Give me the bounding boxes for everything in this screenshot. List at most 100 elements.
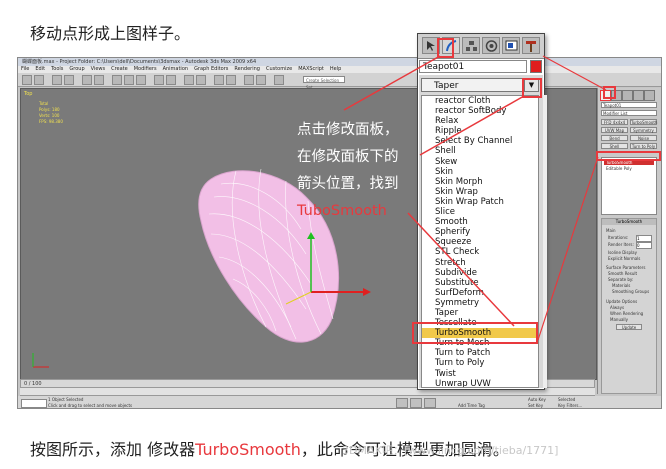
play-icon[interactable]: [424, 398, 436, 408]
menu-item-group[interactable]: Group: [66, 66, 87, 72]
motion-tab[interactable]: [482, 37, 500, 54]
modifier-list-dropdown[interactable]: Modifier List: [601, 110, 657, 116]
modifier-scrollbar[interactable]: [543, 95, 547, 388]
modifier-option[interactable]: Smooth: [422, 217, 538, 227]
menu-item-graph-editors[interactable]: Graph Editors: [191, 66, 231, 72]
menu-item-views[interactable]: Views: [88, 66, 108, 72]
object-name-field[interactable]: Teapot01: [601, 102, 657, 108]
menu-item-modifiers[interactable]: Modifiers: [131, 66, 160, 72]
modifier-option[interactable]: Twist: [422, 369, 538, 379]
menu-item-file[interactable]: File: [18, 66, 32, 72]
rollout-title[interactable]: TurboSmooth: [602, 219, 656, 225]
utilities-tab[interactable]: [522, 37, 540, 54]
noise-button[interactable]: Noise: [630, 135, 657, 141]
modifier-option[interactable]: Shell: [422, 146, 538, 156]
curve-editor-icon[interactable]: [256, 75, 266, 85]
modifier-option[interactable]: reactor Cloth: [422, 96, 538, 106]
modifier-option[interactable]: Skin Wrap Patch: [422, 197, 538, 207]
menu-item-animation[interactable]: Animation: [160, 66, 192, 72]
modifier-option[interactable]: Slice: [422, 207, 538, 217]
dropdown-object-name[interactable]: Teapot01: [419, 60, 527, 73]
hierarchy-tab-icon[interactable]: [622, 90, 633, 101]
ffd-button[interactable]: FFD 4x4x4: [601, 119, 628, 125]
scale-icon[interactable]: [136, 75, 146, 85]
materials-checkbox[interactable]: Materials: [612, 283, 630, 288]
turn-to-poly-button[interactable]: Turn to Poly: [630, 143, 657, 149]
move-icon[interactable]: [112, 75, 122, 85]
modifier-option[interactable]: Skin Morph: [422, 177, 538, 187]
auto-key-button[interactable]: Auto Key: [528, 397, 546, 402]
modifier-stack[interactable]: TurboSmooth Editable Poly: [601, 157, 657, 215]
material-editor-icon[interactable]: [214, 75, 224, 85]
menu-item-create[interactable]: Create: [108, 66, 131, 72]
utilities-tab-icon[interactable]: [644, 90, 655, 101]
manually-radio[interactable]: Manually: [610, 317, 628, 322]
maxscript-listener[interactable]: [21, 399, 47, 408]
display-tab[interactable]: [502, 37, 520, 54]
object-color-swatch[interactable]: [530, 60, 542, 73]
link-icon[interactable]: [52, 75, 62, 85]
menu-item-edit[interactable]: Edit: [32, 66, 48, 72]
modifier-option[interactable]: Skin Wrap: [422, 187, 538, 197]
modifier-option[interactable]: Substitute: [422, 278, 538, 288]
when-rendering-radio[interactable]: When Rendering: [610, 311, 643, 316]
modifier-option[interactable]: Unwrap UVW: [422, 379, 538, 387]
modifier-option[interactable]: Spherify: [422, 227, 538, 237]
modifier-option[interactable]: Ripple: [422, 126, 538, 136]
menu-item-rendering[interactable]: Rendering: [231, 66, 263, 72]
smooth-result-checkbox[interactable]: Smooth Result: [608, 271, 637, 276]
key-mode-icon[interactable]: [396, 398, 408, 408]
select-region-icon[interactable]: [94, 75, 104, 85]
mirror-icon[interactable]: [184, 75, 194, 85]
set-key-button[interactable]: Set Key: [528, 403, 543, 408]
modifier-option[interactable]: Turn to Patch: [422, 348, 538, 358]
layer-icon[interactable]: [244, 75, 254, 85]
modifier-option[interactable]: Skin: [422, 167, 538, 177]
shell-button[interactable]: Shell: [601, 143, 628, 149]
smoothing-groups-checkbox[interactable]: Smoothing Groups: [612, 289, 649, 294]
modifier-option[interactable]: STL Check: [422, 247, 538, 257]
rotate-icon[interactable]: [124, 75, 134, 85]
modifier-option[interactable]: Select By Channel: [422, 136, 538, 146]
bend-button[interactable]: Bend: [601, 135, 628, 141]
angle-snap-icon[interactable]: [166, 75, 176, 85]
modifier-option[interactable]: Relax: [422, 116, 538, 126]
modifier-option[interactable]: Stretch: [422, 258, 538, 268]
selected-dropdown[interactable]: Selected: [558, 397, 575, 402]
key-filters-button[interactable]: Key Filters...: [558, 403, 582, 408]
always-radio[interactable]: Always: [610, 305, 624, 310]
modifier-option[interactable]: Skew: [422, 157, 538, 167]
stack-item-editable-poly[interactable]: Editable Poly: [604, 166, 654, 171]
snap-icon[interactable]: [154, 75, 164, 85]
select-icon[interactable]: [82, 75, 92, 85]
modifier-option[interactable]: Taper: [422, 308, 538, 318]
modifier-option[interactable]: Turn to Poly: [422, 358, 538, 368]
menu-item-help[interactable]: Help: [327, 66, 344, 72]
render-icon[interactable]: [226, 75, 236, 85]
redo-icon[interactable]: [34, 75, 44, 85]
modifier-option[interactable]: Squeeze: [422, 237, 538, 247]
hierarchy-tab[interactable]: [462, 37, 480, 54]
modifier-option[interactable]: reactor SoftBody: [422, 106, 538, 116]
undo-icon[interactable]: [22, 75, 32, 85]
add-time-tag[interactable]: Add Time Tag: [458, 403, 485, 408]
modifier-option[interactable]: Symmetry: [422, 298, 538, 308]
goto-start-icon[interactable]: [410, 398, 422, 408]
align-icon[interactable]: [196, 75, 206, 85]
update-button[interactable]: Update: [616, 324, 642, 330]
turbosmooth-button[interactable]: TurboSmooth: [630, 119, 657, 125]
menu-item-customize[interactable]: Customize: [263, 66, 295, 72]
schematic-icon[interactable]: [274, 75, 284, 85]
menu-item-maxscript[interactable]: MAXScript: [295, 66, 327, 72]
motion-tab-icon[interactable]: [633, 90, 644, 101]
modifier-option[interactable]: SurfDeform: [422, 288, 538, 298]
menu-item-tools[interactable]: Tools: [48, 66, 66, 72]
modifier-option[interactable]: Subdivide: [422, 268, 538, 278]
render-iters-spinner[interactable]: 0: [636, 242, 652, 249]
isoline-display-checkbox[interactable]: Isoline Display: [608, 250, 637, 255]
uvw-map-button[interactable]: UVW Map: [601, 127, 628, 133]
symmetry-button[interactable]: Symmetry: [630, 127, 657, 133]
modifier-options[interactable]: reactor Cloth reactor SoftBody Relax Ripple…: [421, 95, 539, 388]
unlink-icon[interactable]: [64, 75, 74, 85]
explicit-normals-checkbox[interactable]: Explicit Normals: [608, 256, 640, 261]
